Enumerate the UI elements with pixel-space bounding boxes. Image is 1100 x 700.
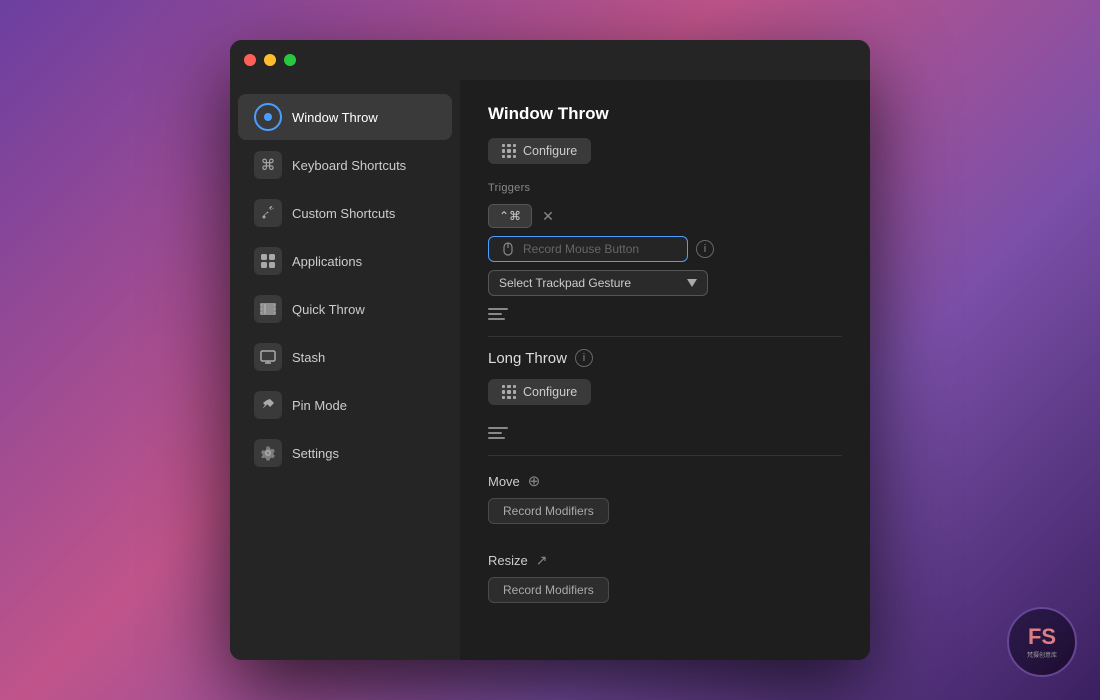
grid-icon [502,144,516,158]
maximize-button[interactable] [284,54,296,66]
minimize-button[interactable] [264,54,276,66]
long-throw-info-icon[interactable]: i [575,349,593,367]
configure-btn-label: Configure [523,144,577,158]
divider [488,336,842,337]
window-throw-configure-button[interactable]: Configure [488,138,591,164]
sidebar-item-label: Applications [292,254,362,269]
resize-section: Resize ↗ Record Modifiers [488,552,842,615]
trackpad-gesture-select[interactable]: Select Trackpad Gesture [488,270,708,296]
sidebar: Window Throw ⌘ Keyboard Shortcuts Custom… [230,80,460,660]
long-throw-configure-button[interactable]: Configure [488,379,591,405]
move-label: Move [488,474,520,489]
sidebar-item-label: Custom Shortcuts [292,206,395,221]
gear-icon [254,439,282,467]
monitor-icon [254,343,282,371]
record-mouse-input[interactable]: Record Mouse Button [488,236,688,262]
resize-arrow-icon: ↗ [536,552,548,569]
record-mouse-placeholder: Record Mouse Button [523,242,639,256]
move-section: Move ⊕ Record Modifiers [488,472,842,536]
move-label-row: Move ⊕ [488,472,842,490]
sidebar-item-label: Quick Throw [292,302,365,317]
sliders-icon[interactable] [488,304,508,324]
circle-icon [254,103,282,131]
triggers-label: Triggers [488,182,842,194]
sidebar-item-label: Stash [292,350,325,365]
sidebar-item-settings[interactable]: Settings [238,430,452,476]
sidebar-item-window-throw[interactable]: Window Throw [238,94,452,140]
sidebar-item-stash[interactable]: Stash [238,334,452,380]
sliders-icon-2[interactable] [488,423,508,443]
grid-lines-icon [254,295,282,323]
sidebar-item-label: Window Throw [292,110,378,125]
sidebar-item-label: Settings [292,446,339,461]
sidebar-item-custom-shortcuts[interactable]: Custom Shortcuts [238,190,452,236]
record-modifiers-move-button[interactable]: Record Modifiers [488,498,609,524]
long-throw-section: Long Throw i [488,349,842,367]
sidebar-item-applications[interactable]: Applications [238,238,452,284]
chevron-down-icon [687,279,697,287]
divider-2 [488,455,842,456]
resize-label: Resize [488,553,528,568]
trackpad-select-label: Select Trackpad Gesture [499,276,631,290]
titlebar [230,40,870,80]
content-area: Window Throw ⌘ Keyboard Shortcuts Custom… [230,80,870,660]
move-crosshair-icon: ⊕ [528,472,541,490]
long-throw-title: Long Throw [488,350,567,367]
wrench-icon [254,199,282,227]
watermark: FS 梵摄创意库 [1002,602,1082,682]
page-title: Window Throw [488,104,842,124]
long-throw-configure-label: Configure [523,385,577,399]
shortcut-badge: ⌃⌘ [488,204,532,228]
main-panel: Window Throw Configure Triggers ⌃⌘ ✕ [460,80,870,660]
record-mouse-row: Record Mouse Button i [488,236,842,262]
app-window: Window Throw ⌘ Keyboard Shortcuts Custom… [230,40,870,660]
shortcut-value: ⌃⌘ [499,209,521,223]
record-modifiers-move-label: Record Modifiers [503,504,594,518]
sidebar-item-quick-throw[interactable]: Quick Throw [238,286,452,332]
record-modifiers-resize-label: Record Modifiers [503,583,594,597]
sidebar-item-label: Pin Mode [292,398,347,413]
sidebar-item-keyboard-shortcuts[interactable]: ⌘ Keyboard Shortcuts [238,142,452,188]
pin-icon [254,391,282,419]
triggers-row: ⌃⌘ ✕ [488,204,842,228]
mouse-icon [501,242,515,256]
sidebar-item-pin-mode[interactable]: Pin Mode [238,382,452,428]
sidebar-item-label: Keyboard Shortcuts [292,158,406,173]
close-button[interactable] [244,54,256,66]
app-store-icon [254,247,282,275]
command-icon: ⌘ [254,151,282,179]
record-modifiers-resize-button[interactable]: Record Modifiers [488,577,609,603]
clear-shortcut-button[interactable]: ✕ [538,206,558,227]
grid-icon-2 [502,385,516,399]
resize-label-row: Resize ↗ [488,552,842,569]
info-icon[interactable]: i [696,240,714,258]
